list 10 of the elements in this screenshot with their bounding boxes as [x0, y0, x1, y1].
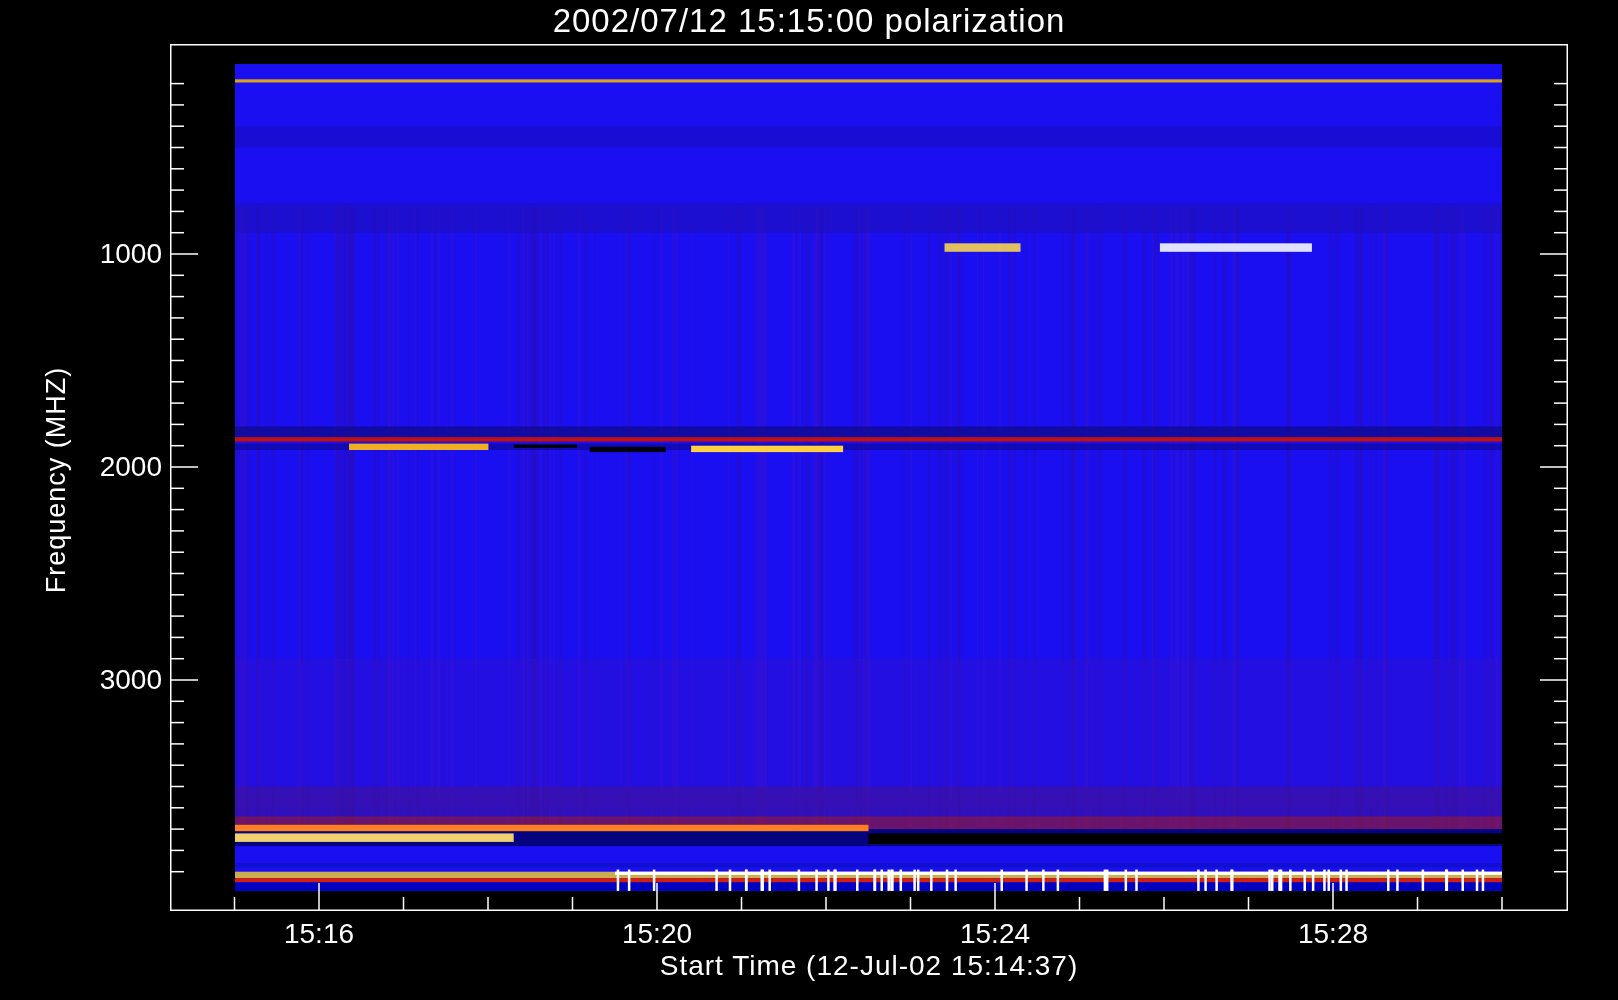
y-tick-label: 3000 [99, 664, 162, 696]
x-tick-label: 15:28 [1297, 918, 1369, 950]
x-tick-label: 15:24 [959, 918, 1031, 950]
x-tick-label: 15:20 [621, 918, 693, 950]
x-axis-label: Start Time (12-Jul-02 15:14:37) [659, 950, 1079, 982]
y-tick-label: 2000 [99, 451, 162, 483]
chart-title: 2002/07/12 15:15:00 polarization [552, 2, 1066, 40]
y-axis-label: Frequency (MHZ) [40, 366, 72, 594]
x-tick-label: 15:16 [283, 918, 355, 950]
y-tick-label: 1000 [99, 238, 162, 270]
